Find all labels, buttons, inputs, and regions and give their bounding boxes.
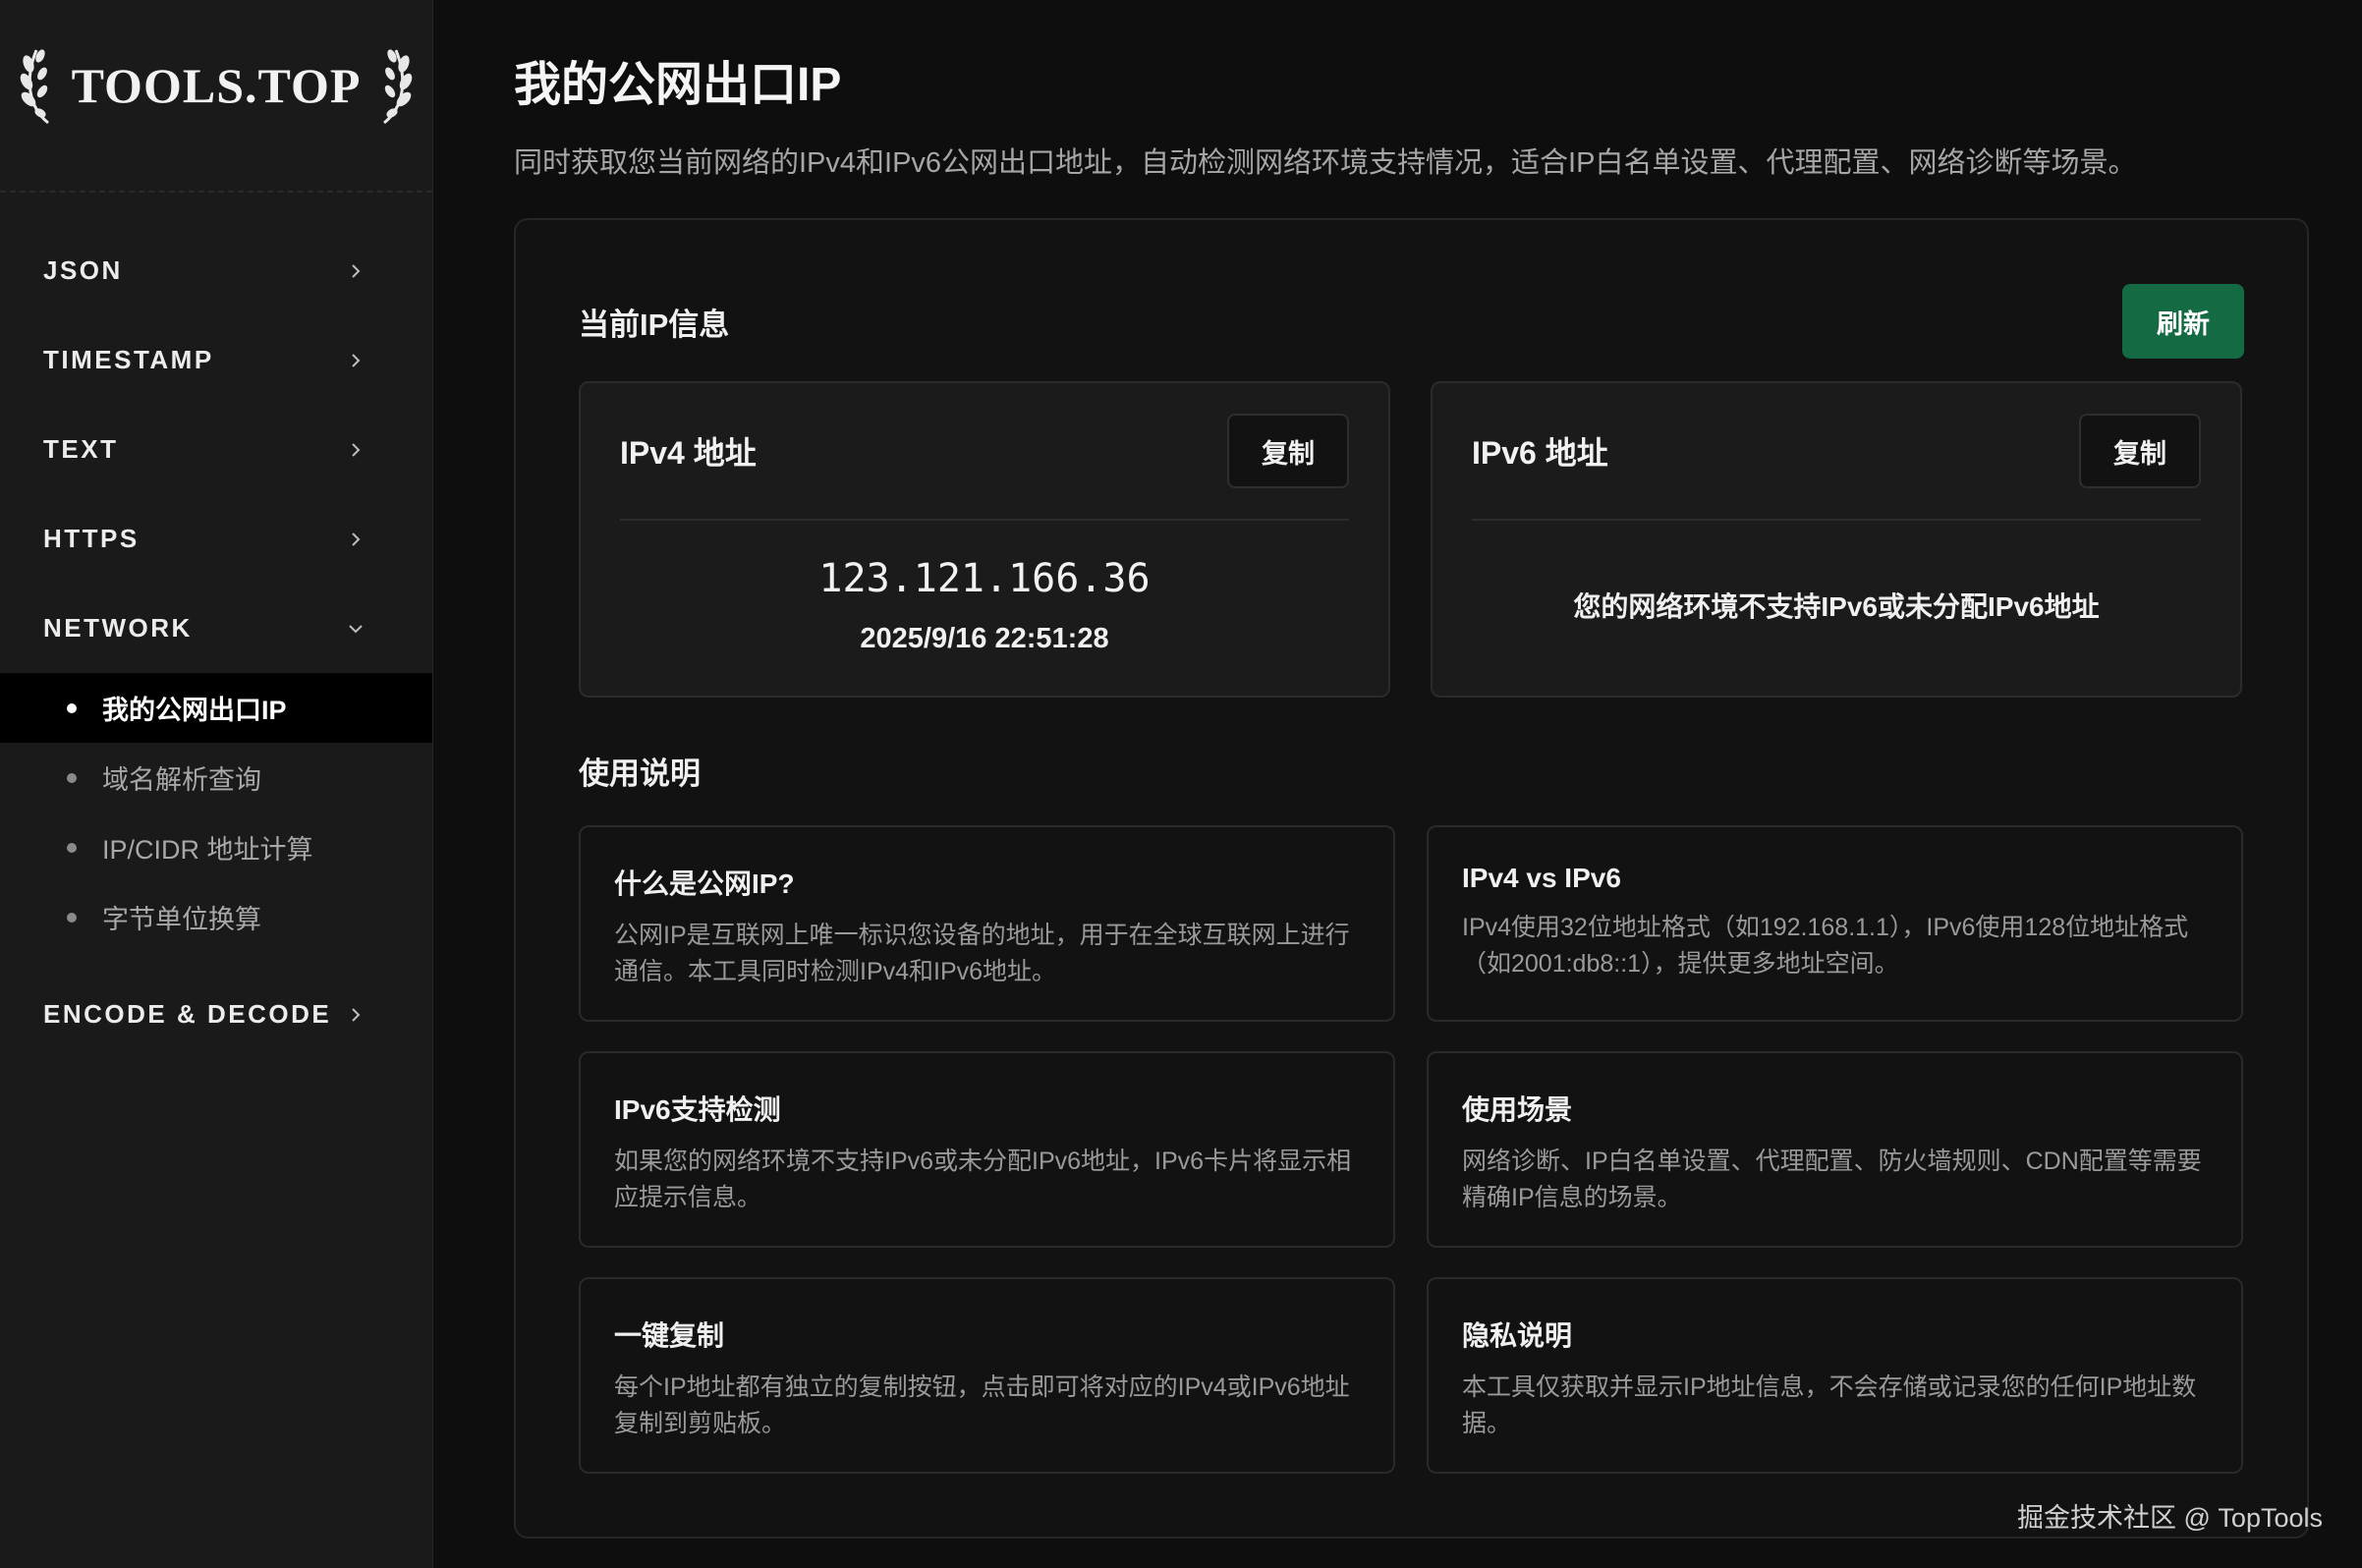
chevron-right-icon — [352, 263, 361, 278]
bullet-icon — [67, 912, 77, 923]
info-card-title: 什么是公网IP? — [614, 868, 795, 899]
sidebar-nav: JSON TIMESTAMP TEXT HTTPS NETWORK 我的公网出口… — [0, 193, 432, 1059]
watermark: 掘金技术社区 @ TopTools — [2017, 1503, 2323, 1533]
info-card-privacy: 隐私说明 本工具仅获取并显示IP地址信息，不会存储或记录您的任何IP地址数据。 — [1427, 1277, 2243, 1474]
info-card-title: 使用场景 — [1462, 1094, 1573, 1125]
ipv4-card: IPv4 地址 复制 123.121.166.36 2025/9/16 22:5… — [579, 381, 1390, 698]
chevron-right-icon — [352, 442, 361, 457]
ipv6-unsupported-message: 您的网络环境不支持IPv6或未分配IPv6地址 — [1573, 591, 2100, 622]
sidebar-subitem-label: 域名解析查询 — [102, 765, 261, 795]
ipv6-title: IPv6 地址 — [1472, 435, 1608, 471]
info-card-text: IPv4使用32位地址格式（如192.168.1.1），IPv6使用128位地址… — [1462, 914, 2189, 978]
ipv4-title: IPv4 地址 — [620, 435, 757, 471]
sidebar-subitem-my-public-ip[interactable]: 我的公网出口IP — [0, 673, 432, 743]
info-card-text: 公网IP是互联网上唯一标识您设备的地址，用于在全球互联网上进行通信。本工具同时检… — [614, 922, 1350, 985]
sidebar-item-label: JSON — [43, 255, 123, 285]
sidebar-subitem-label: 字节单位换算 — [102, 905, 261, 934]
sidebar-item-label: TIMESTAMP — [43, 345, 214, 374]
sidebar-item-label: ENCODE & DECODE — [43, 999, 332, 1029]
sidebar-item-label: HTTPS — [43, 524, 140, 553]
info-card-title: 一键复制 — [614, 1320, 725, 1351]
info-card-one-click-copy: 一键复制 每个IP地址都有独立的复制按钮，点击即可将对应的IPv4或IPv6地址… — [579, 1277, 1395, 1474]
ipv6-card: IPv6 地址 复制 您的网络环境不支持IPv6或未分配IPv6地址 — [1431, 381, 2242, 698]
page-description: 同时获取您当前网络的IPv4和IPv6公网出口地址，自动检测网络环境支持情况，适… — [514, 147, 2137, 179]
bullet-icon — [67, 842, 77, 853]
main-content: 我的公网出口IP 同时获取您当前网络的IPv4和IPv6公网出口地址，自动检测网… — [433, 0, 2362, 1568]
sidebar-subitem-label: IP/CIDR 地址计算 — [102, 835, 313, 865]
chevron-right-icon — [352, 1007, 361, 1022]
sidebar-subitem-byte-convert[interactable]: 字节单位换算 — [0, 882, 432, 952]
page-title: 我的公网出口IP — [514, 59, 842, 111]
ipv4-card-header: IPv4 地址 复制 — [620, 383, 1349, 521]
laurel-left-icon — [19, 44, 58, 127]
info-card-text: 每个IP地址都有独立的复制按钮，点击即可将对应的IPv4或IPv6地址复制到剪贴… — [614, 1373, 1350, 1437]
sidebar-item-json[interactable]: JSON — [0, 226, 432, 315]
logo[interactable]: TOOLS.TOP — [0, 0, 432, 193]
usage-title: 使用说明 — [579, 756, 701, 791]
ipv4-timestamp: 2025/9/16 22:51:28 — [860, 623, 1109, 654]
network-submenu: 我的公网出口IP 域名解析查询 IP/CIDR 地址计算 字节单位换算 — [0, 673, 432, 970]
sidebar-item-network[interactable]: NETWORK — [0, 584, 432, 673]
sidebar: TOOLS.TOP JSON TIMESTAMP TEXT HTTPS NETW… — [0, 0, 433, 1568]
sidebar-subitem-dns-lookup[interactable]: 域名解析查询 — [0, 743, 432, 812]
copy-ipv4-button[interactable]: 复制 — [1227, 414, 1349, 488]
bullet-icon — [67, 772, 77, 783]
sidebar-item-https[interactable]: HTTPS — [0, 494, 432, 584]
info-card-title: IPv6支持检测 — [614, 1094, 781, 1125]
refresh-button[interactable]: 刷新 — [2122, 284, 2244, 359]
logo-text: TOOLS.TOP — [71, 58, 362, 113]
sidebar-item-encode-decode[interactable]: ENCODE & DECODE — [0, 970, 432, 1059]
chevron-down-icon — [349, 624, 363, 633]
info-card-text: 如果您的网络环境不支持IPv6或未分配IPv6地址，IPv6卡片将显示相应提示信… — [614, 1148, 1352, 1211]
ipv4-address: 123.121.166.36 — [818, 556, 1151, 601]
info-card-use-cases: 使用场景 网络诊断、IP白名单设置、代理配置、防火墙规则、CDN配置等需要精确I… — [1427, 1051, 2243, 1248]
info-card-title: 隐私说明 — [1462, 1320, 1573, 1351]
sidebar-item-label: TEXT — [43, 434, 119, 464]
bullet-icon — [67, 702, 77, 713]
info-card-title: IPv4 vs IPv6 — [1462, 863, 1621, 893]
info-card-text: 本工具仅获取并显示IP地址信息，不会存储或记录您的任何IP地址数据。 — [1462, 1373, 2197, 1437]
sidebar-item-text[interactable]: TEXT — [0, 405, 432, 494]
ipv6-card-header: IPv6 地址 复制 — [1472, 383, 2201, 521]
app-root: TOOLS.TOP JSON TIMESTAMP TEXT HTTPS NETW… — [0, 0, 2362, 1568]
chevron-right-icon — [352, 353, 361, 367]
info-card-ipv6-detection: IPv6支持检测 如果您的网络环境不支持IPv6或未分配IPv6地址，IPv6卡… — [579, 1051, 1395, 1248]
chevron-right-icon — [352, 532, 361, 546]
sidebar-item-label: NETWORK — [43, 613, 193, 643]
info-card-ipv4-vs-ipv6: IPv4 vs IPv6 IPv4使用32位地址格式（如192.168.1.1）… — [1427, 825, 2243, 1022]
tool-panel: 当前IP信息 刷新 IPv4 地址 复制 123.121.166.36 2025… — [514, 218, 2309, 1539]
logo-inner: TOOLS.TOP — [19, 44, 415, 127]
copy-ipv6-button[interactable]: 复制 — [2079, 414, 2201, 488]
sidebar-item-timestamp[interactable]: TIMESTAMP — [0, 315, 432, 405]
laurel-right-icon — [374, 44, 414, 127]
panel-header: 当前IP信息 刷新 — [579, 283, 2244, 360]
current-ip-title: 当前IP信息 — [579, 307, 730, 342]
sidebar-subitem-label: 我的公网出口IP — [102, 696, 287, 725]
info-card-what-is-public-ip: 什么是公网IP? 公网IP是互联网上唯一标识您设备的地址，用于在全球互联网上进行… — [579, 825, 1395, 1022]
sidebar-subitem-cidr-calc[interactable]: IP/CIDR 地址计算 — [0, 812, 432, 882]
info-card-text: 网络诊断、IP白名单设置、代理配置、防火墙规则、CDN配置等需要精确IP信息的场… — [1462, 1148, 2202, 1211]
